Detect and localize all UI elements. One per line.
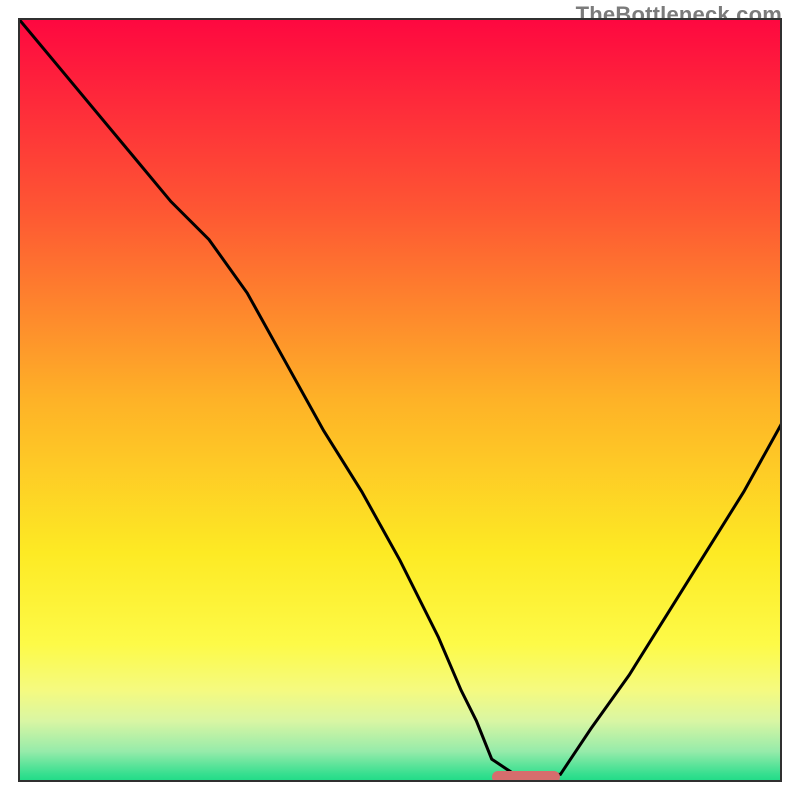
optimal-range-marker [492, 771, 561, 782]
heat-gradient-background [18, 18, 782, 782]
plot-svg [18, 18, 782, 782]
bottleneck-chart: TheBottleneck.com [0, 0, 800, 800]
plot-area [18, 18, 782, 782]
